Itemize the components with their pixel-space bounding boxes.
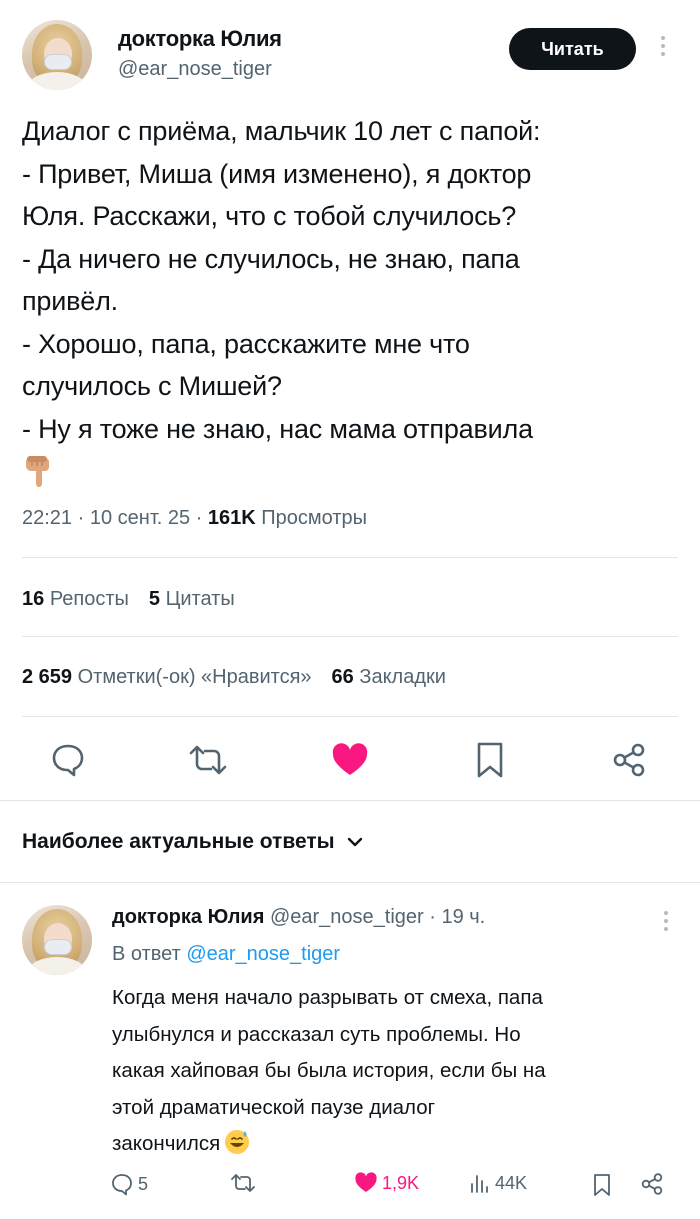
section-divider [0,800,700,801]
views-chart-icon [471,1175,488,1193]
bookmarks-label: Закладки [359,666,446,688]
tweet-time[interactable]: 22:21 [22,507,72,529]
reply-icon [112,1174,132,1196]
author-name[interactable]: докторка Юлия [118,26,282,52]
follow-button[interactable]: Читать [509,28,636,70]
author-avatar[interactable] [22,20,92,90]
heart-icon[interactable] [331,743,369,777]
reply-to-line: В ответ @ear_nose_tiger [112,943,340,966]
reply-icon[interactable] [50,741,86,777]
bookmark-icon [594,1174,610,1196]
reply-more-options-icon[interactable] [663,911,669,931]
quotes-label: Цитаты [165,588,235,610]
tweet-text: Диалог с приёма, мальчик 10 лет с папой:… [22,116,541,444]
share-icon [641,1173,663,1195]
likes-bookmarks-row: 2 659 Отметки(-ок) «Нравится» 66 Закладки [22,666,446,689]
likes-count: 2 659 [22,666,73,688]
reposts-link[interactable]: 16 Репосты [22,588,129,610]
reply-views-button[interactable]: 44K [469,1172,527,1194]
likes-link[interactable]: 2 659 Отметки(-ок) «Нравится» [22,666,312,688]
section-divider [0,882,700,883]
quotes-count: 5 [148,588,161,610]
reply-author-handle[interactable]: @ear_nose_tiger [270,906,424,928]
likes-label: Отметки(-ок) «Нравится» [77,666,312,688]
share-icon[interactable] [611,742,647,778]
chevron-down-icon [347,837,362,847]
reply-to-prefix: В ответ [112,943,181,965]
divider [22,716,678,717]
heart-icon [355,1172,377,1192]
reply-views-count: 44K [495,1172,528,1193]
retweet-icon [231,1174,255,1192]
divider [22,636,678,637]
reply-share-button[interactable] [640,1172,664,1196]
replies-sort-dropdown[interactable]: Наиболее актуальные ответы [22,830,363,854]
more-options-icon[interactable] [660,36,666,56]
reposts-label: Репосты [49,588,129,610]
bookmarks-link[interactable]: 66 Закладки [332,666,446,688]
tweet-date[interactable]: 10 сент. 25 [90,507,190,529]
bookmark-icon[interactable] [476,741,504,779]
retweet-icon[interactable] [188,743,228,777]
divider [22,557,678,558]
replies-section-title: Наиболее актуальные ответы [22,830,335,853]
reposts-quotes-row: 16 Репосты 5 Цитаты [22,588,235,611]
views-count: 161K [207,507,256,529]
pointing-down-hand-icon [25,456,49,487]
bookmarks-count: 66 [331,666,354,688]
reply-bookmark-button[interactable] [592,1172,612,1198]
author-handle[interactable]: @ear_nose_tiger [118,58,272,81]
reply-author-name[interactable]: докторка Юлия [112,906,264,928]
reply-text-body: Когда меня начало разрывать от смеха, па… [112,986,546,1155]
tweet-meta: 22:21 · 10 сент. 25 · 161K Просмотры [22,507,367,529]
reply-like-button[interactable]: 1,9K [354,1172,419,1194]
quotes-link[interactable]: 5 Цитаты [149,588,235,610]
views-label: Просмотры [261,507,367,529]
grinning-sweat-face-icon [225,1130,250,1154]
reply-reply-button[interactable]: 5 [110,1172,148,1196]
reply-time[interactable]: 19 ч. [441,906,485,928]
reply-replies-count: 5 [138,1173,149,1194]
reply-author-avatar[interactable] [22,905,92,975]
reply-retweet-button[interactable] [230,1172,256,1194]
reply-header: докторка Юлия @ear_nose_tiger · 19 ч. [112,906,486,928]
reply-text: Когда меня начало разрывать от смеха, па… [112,980,687,1163]
reply-to-mention[interactable]: @ear_nose_tiger [186,943,340,965]
reposts-count: 16 [22,588,45,610]
reply-likes-count: 1,9K [382,1172,420,1193]
